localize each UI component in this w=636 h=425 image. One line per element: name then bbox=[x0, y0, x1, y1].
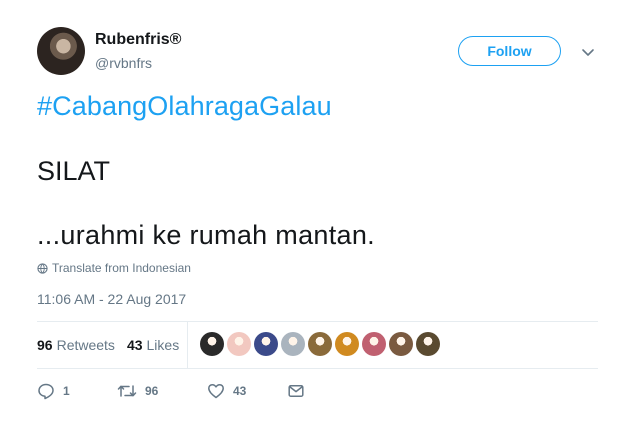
retweet-count: 96 bbox=[145, 384, 159, 398]
heart-icon bbox=[207, 382, 225, 400]
retweets-label: Retweets bbox=[56, 337, 115, 353]
reply-button[interactable]: 1 bbox=[37, 382, 117, 400]
tweet-timestamp[interactable]: 11:06 AM - 22 Aug 2017 bbox=[37, 291, 186, 307]
hashtag-link[interactable]: #CabangOlahragaGalau bbox=[37, 91, 332, 122]
likes-count: 43 bbox=[126, 337, 143, 353]
tweet-text-line: ...urahmi ke rumah mantan. bbox=[37, 220, 375, 250]
likes-stat[interactable]: 43 Likes bbox=[127, 337, 179, 353]
chevron-down-icon[interactable] bbox=[580, 44, 596, 60]
follow-button[interactable]: Follow bbox=[458, 36, 561, 66]
retweets-count: 96 bbox=[37, 337, 53, 353]
user-handle[interactable]: @rvbnfrs bbox=[95, 55, 152, 71]
reply-count: 1 bbox=[63, 384, 70, 398]
tweet-text-line: SILAT bbox=[37, 156, 111, 186]
direct-message-button[interactable] bbox=[287, 382, 305, 400]
tweet-actions: 1 96 43 bbox=[37, 380, 305, 402]
liker-avatar[interactable] bbox=[227, 332, 251, 356]
retweet-icon bbox=[117, 382, 137, 400]
liker-avatar[interactable] bbox=[308, 332, 332, 356]
translate-link[interactable]: Translate from Indonesian bbox=[37, 261, 191, 275]
tweet-stats: 96 Retweets 43 Likes bbox=[37, 322, 191, 368]
liker-avatar[interactable] bbox=[200, 332, 224, 356]
display-name[interactable]: Rubenfris® bbox=[95, 31, 181, 49]
liker-avatar[interactable] bbox=[416, 332, 440, 356]
like-count: 43 bbox=[233, 384, 247, 398]
likes-label: Likes bbox=[146, 337, 180, 353]
stats-separator bbox=[187, 322, 188, 368]
liker-avatar[interactable] bbox=[389, 332, 413, 356]
liker-avatar[interactable] bbox=[254, 332, 278, 356]
translate-label: Translate from Indonesian bbox=[52, 261, 191, 275]
user-avatar[interactable] bbox=[37, 27, 85, 75]
globe-icon bbox=[37, 262, 48, 274]
liker-avatars bbox=[200, 332, 440, 356]
envelope-icon bbox=[287, 382, 305, 400]
liker-avatar[interactable] bbox=[281, 332, 305, 356]
retweet-button[interactable]: 96 bbox=[117, 382, 207, 400]
reply-icon bbox=[37, 382, 55, 400]
divider bbox=[37, 368, 598, 369]
retweets-stat[interactable]: 96 Retweets bbox=[37, 337, 115, 353]
liker-avatar[interactable] bbox=[335, 332, 359, 356]
liker-avatar[interactable] bbox=[362, 332, 386, 356]
like-button[interactable]: 43 bbox=[207, 382, 287, 400]
